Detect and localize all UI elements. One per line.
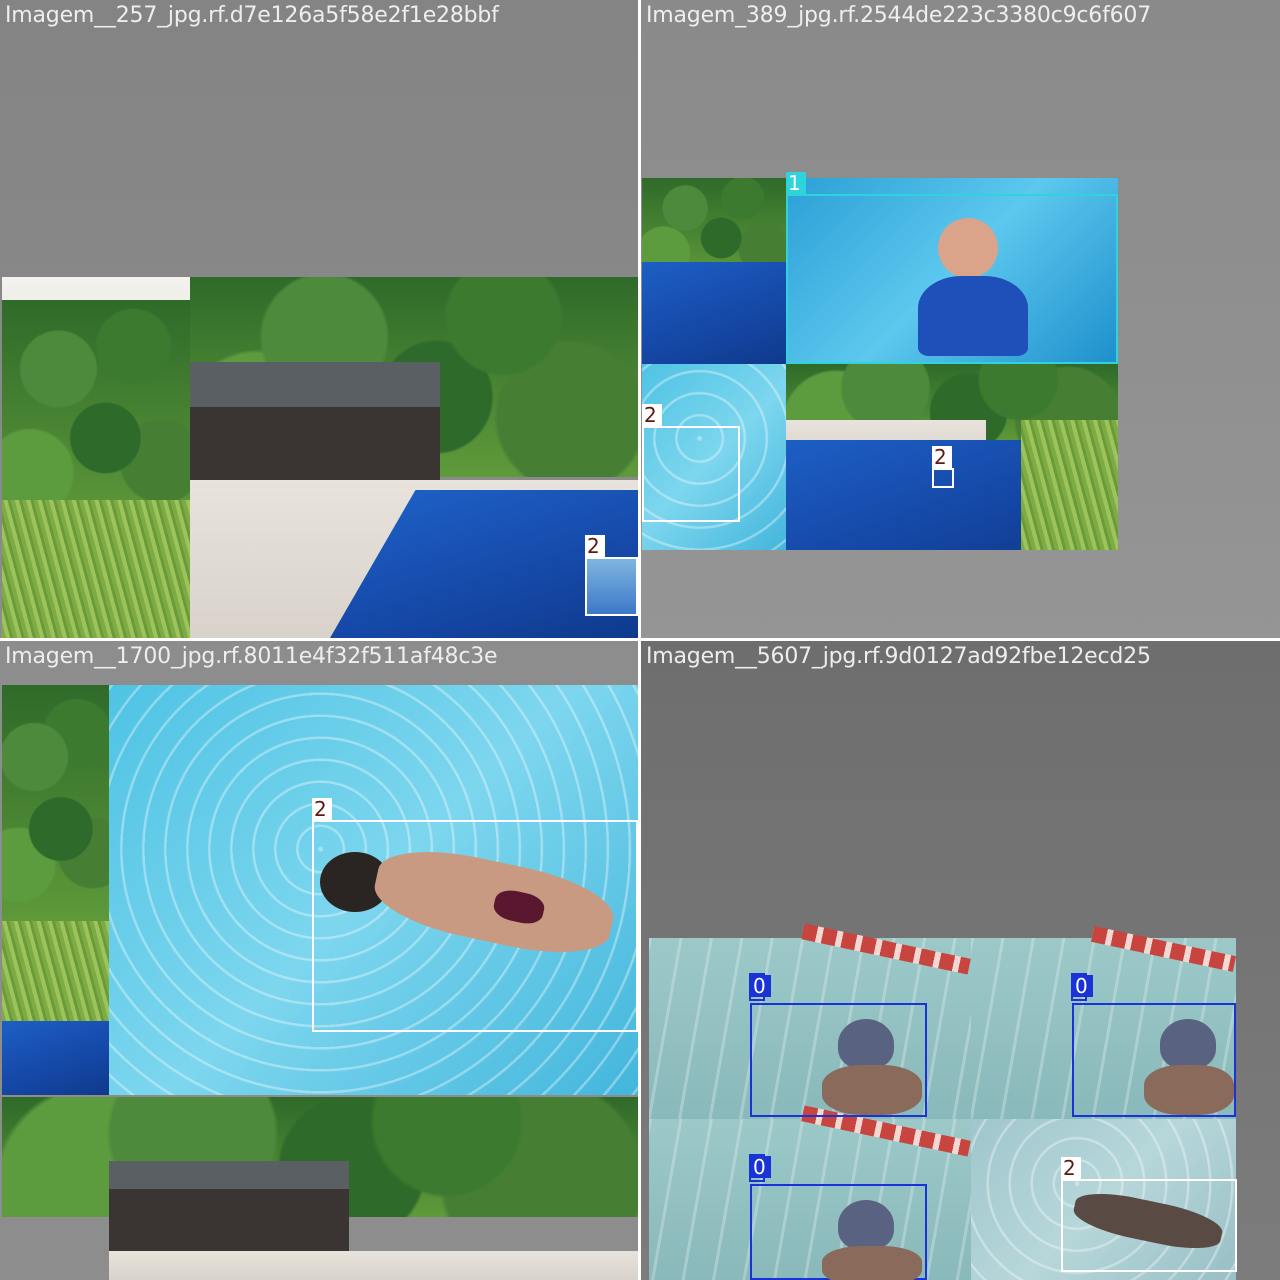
swimmer-figure (1070, 1185, 1226, 1257)
bbox-label: 2 (932, 446, 952, 468)
bbox-label: 0 (1073, 975, 1093, 997)
bbox-class-0 (1072, 1003, 1236, 1117)
tile-title: Imagem_389_jpg.rf.2544de223c3380c9c6f607 (646, 3, 1152, 28)
swimmer-figure (822, 1065, 922, 1115)
photo-jungle (2, 300, 190, 530)
bbox-class-0 (750, 1003, 927, 1117)
bbox-class-2: 2 (585, 535, 638, 616)
swimmer-figure (938, 218, 998, 278)
swimmer-figure (1144, 1065, 1234, 1115)
mosaic-tile-3: Imagem__1700_jpg.rf.8011e4f32f511af48c3e… (0, 641, 638, 1280)
photo-pavilion-roof (190, 362, 440, 407)
bbox-class-0: 0 (1071, 973, 1093, 1001)
photo-pavilion-roof (109, 1161, 349, 1189)
bbox-class-2: 2 (312, 798, 638, 1032)
mosaic-tile-4: Imagem__5607_jpg.rf.9d0127ad92fbe12ecd25… (641, 641, 1280, 1280)
swimmer-figure (918, 276, 1028, 356)
swimmer-figure (822, 1246, 922, 1280)
photo-pool (642, 262, 786, 364)
tile-title: Imagem__257_jpg.rf.d7e126a5f58e2f1e28bbf (5, 3, 499, 28)
swimmer-cap (838, 1200, 894, 1250)
tile-title: Imagem__5607_jpg.rf.9d0127ad92fbe12ecd25 (646, 644, 1151, 669)
bbox-label: 0 (751, 975, 771, 997)
bbox-class-2: 2 (1061, 1157, 1237, 1272)
bbox-label: 0 (751, 1156, 771, 1178)
bbox-label: 1 (786, 172, 806, 194)
bbox-label: 2 (1061, 1157, 1081, 1179)
bbox-class-1: 1 (786, 172, 1118, 364)
tile-title: Imagem__1700_jpg.rf.8011e4f32f511af48c3e (5, 644, 498, 669)
photo-pool (2, 1021, 109, 1095)
photo-grass (2, 500, 190, 638)
bbox-label: 2 (642, 404, 662, 426)
mosaic-tile-1: Imagem__257_jpg.rf.d7e126a5f58e2f1e28bbf… (0, 0, 638, 638)
photo-deck (109, 1251, 638, 1280)
photo-grass (1021, 420, 1118, 550)
bbox-class-0 (750, 1184, 927, 1280)
mosaic-tile-2: Imagem_389_jpg.rf.2544de223c3380c9c6f607… (641, 0, 1280, 638)
photo-jungle (2, 685, 109, 925)
swimmer-cap (1160, 1019, 1216, 1069)
bbox-label: 2 (585, 535, 605, 557)
bbox-class-0: 0 (749, 1154, 771, 1182)
bbox-label: 2 (312, 798, 332, 820)
bbox-class-2: 2 (642, 404, 740, 522)
bbox-class-0: 0 (749, 973, 771, 1001)
photo-grass (2, 921, 109, 1021)
swimmer-cap (838, 1019, 894, 1069)
bbox-class-2: 2 (932, 446, 954, 488)
